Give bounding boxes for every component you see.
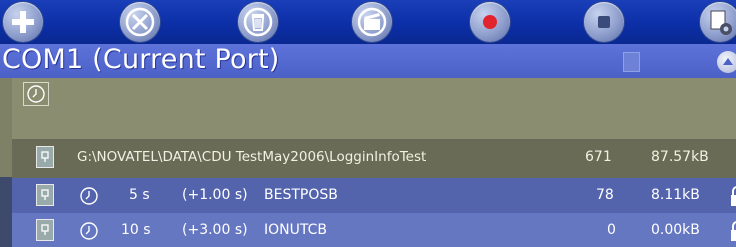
log-file-icon <box>36 146 54 168</box>
log-file-row[interactable]: G:\NOVATEL\DATA\CDU TestMay2006\LogginIn… <box>12 139 736 179</box>
document-icon[interactable] <box>623 52 640 72</box>
stop-icon <box>598 16 610 28</box>
message-row[interactable]: 5 s (+1.00 s) BESTPOSB 78 8.11kB <box>12 178 736 214</box>
clapboard-button[interactable] <box>352 2 392 42</box>
port-header: COM1 (Current Port) <box>0 44 736 78</box>
delete-button[interactable] <box>238 2 278 42</box>
lock-icon[interactable] <box>730 219 736 243</box>
message-period: 10 s <box>121 222 151 238</box>
remove-log-button[interactable] <box>120 2 160 42</box>
record-button[interactable] <box>470 2 510 42</box>
record-icon <box>483 15 497 29</box>
close-icon <box>125 7 155 37</box>
message-document-icon <box>36 219 54 241</box>
settings-button[interactable] <box>700 2 736 42</box>
trash-icon <box>243 7 273 37</box>
toolbar <box>0 0 736 44</box>
message-row[interactable]: 10 s (+3.00 s) IONUTCB 0 0.00kB <box>12 213 736 247</box>
message-size: 0.00kB <box>651 222 700 238</box>
collapse-up-icon[interactable] <box>717 51 736 73</box>
message-offset: (+3.00 s) <box>182 222 248 238</box>
message-count: 78 <box>596 187 614 203</box>
message-count: 0 <box>607 222 616 238</box>
clapboard-icon <box>357 7 387 37</box>
log-file-path: G:\NOVATEL\DATA\CDU TestMay2006\LogginIn… <box>77 149 427 165</box>
plus-icon <box>12 11 34 33</box>
log-file-count: 671 <box>585 149 612 165</box>
logging-window: COM1 (Current Port) G:\NOVATEL\DATA\CDU … <box>0 0 736 247</box>
stop-button[interactable] <box>584 2 624 42</box>
add-log-button[interactable] <box>3 2 43 42</box>
message-name: IONUTCB <box>264 222 327 238</box>
message-period: 5 s <box>129 187 150 203</box>
lock-icon[interactable] <box>730 184 736 208</box>
message-offset: (+1.00 s) <box>182 187 248 203</box>
clock-icon <box>80 187 98 205</box>
settings-document-icon <box>710 10 732 35</box>
message-document-icon <box>36 184 54 206</box>
clock-icon <box>80 222 98 240</box>
message-name: BESTPOSB <box>264 187 338 203</box>
clock-icon[interactable] <box>23 82 49 106</box>
log-file-size: 87.57kB <box>651 149 709 165</box>
port-title: COM1 (Current Port) <box>2 44 280 75</box>
message-size: 8.11kB <box>651 187 700 203</box>
